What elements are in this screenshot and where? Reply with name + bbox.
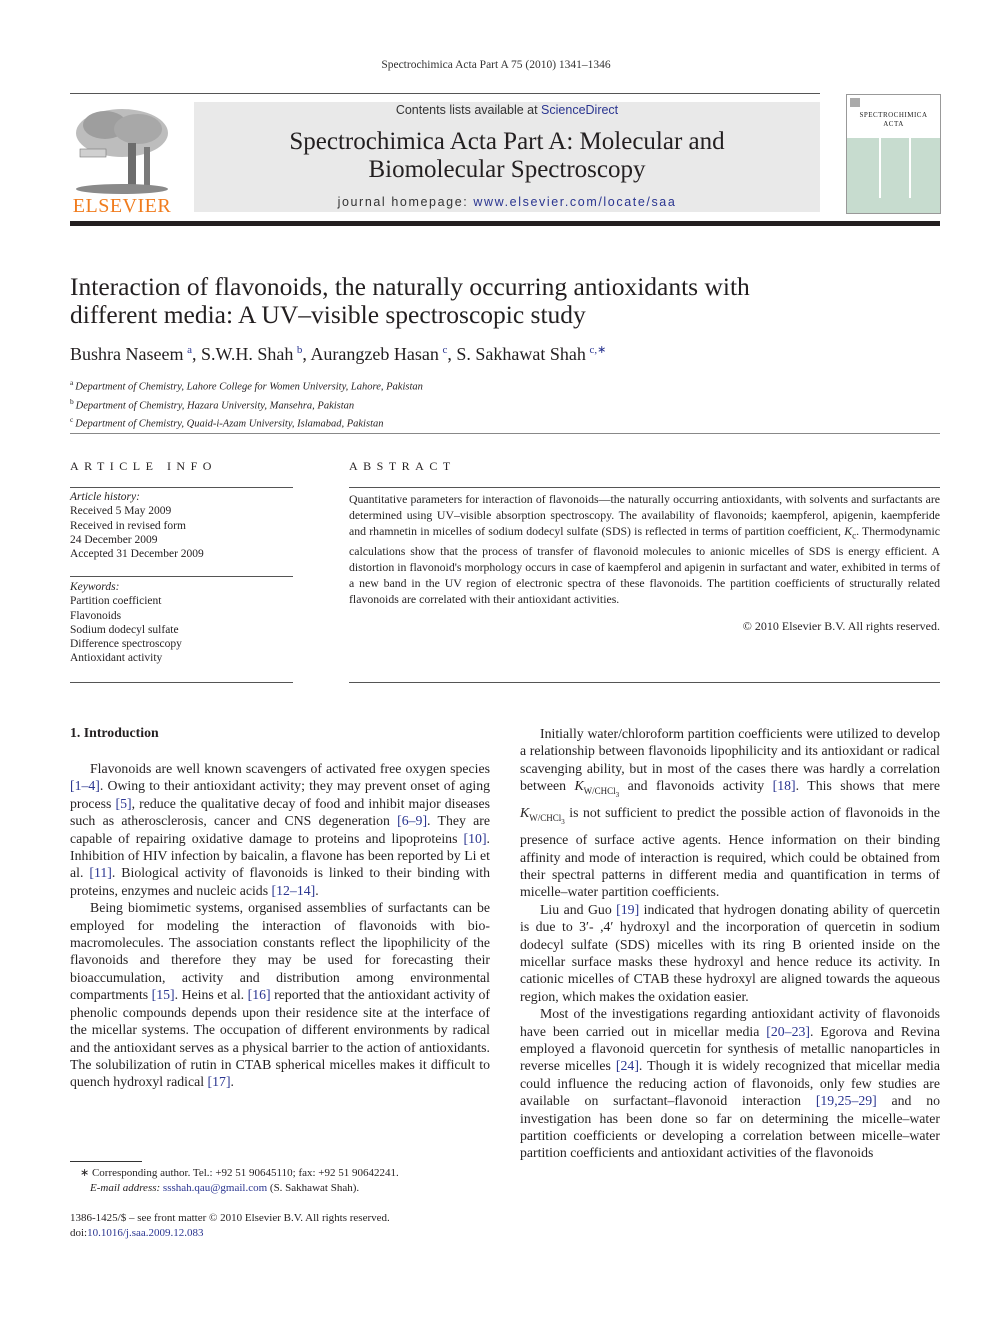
partition-coefficient-symbol: K	[520, 805, 530, 821]
doi-link[interactable]: 10.1016/j.saa.2009.12.083	[87, 1227, 203, 1239]
keyword: Difference spectroscopy	[70, 638, 182, 651]
abstract-text: Quantitative parameters for interaction …	[349, 491, 940, 607]
reference-link[interactable]: [16]	[248, 987, 271, 1002]
journal-title-line1: Spectrochimica Acta Part A: Molecular an…	[289, 128, 725, 155]
homepage-prefix: journal homepage:	[337, 195, 474, 209]
author-list: Bushra Naseem a, S.W.H. Shah b, Aurangze…	[70, 344, 607, 364]
journal-title-line2: Biomolecular Spectroscopy	[368, 156, 646, 183]
affiliation: c Department of Chemistry, Quaid-i-Azam …	[70, 415, 384, 430]
reference-link[interactable]: [15]	[152, 987, 175, 1002]
footnote-rule	[70, 1161, 142, 1162]
homepage-link[interactable]: www.elsevier.com/locate/saa	[473, 195, 676, 209]
author-name: S. Sakhawat Shah	[456, 344, 590, 364]
author-name: Bushra Naseem	[70, 344, 188, 364]
sciencedirect-link[interactable]: ScienceDirect	[541, 103, 618, 117]
reference-link[interactable]: [1–4]	[70, 778, 100, 793]
abstract-rule	[349, 682, 940, 683]
author-affiliation-marker[interactable]: a	[187, 344, 192, 356]
author-affiliation-marker[interactable]: c	[442, 344, 447, 356]
affiliation: b Department of Chemistry, Hazara Univer…	[70, 396, 355, 412]
intro-paragraph: Initially water/chloroform partition coe…	[520, 726, 941, 900]
history-item: Accepted 31 December 2009	[70, 548, 204, 561]
keyword: Antioxidant activity	[70, 652, 163, 665]
journal-title: Spectrochimica Acta Part A: Molecular an…	[194, 128, 820, 184]
keywords-label: Keywords:	[70, 581, 120, 593]
article-info-rule	[70, 576, 293, 577]
reference-link[interactable]: [10]	[464, 831, 487, 846]
article-history: Article history: Received 5 May 2009 Rec…	[70, 490, 300, 561]
introduction-heading: 1. Introduction	[70, 725, 159, 740]
footnote-contact: ∗ Corresponding author. Tel.: +92 51 906…	[80, 1167, 399, 1179]
reference-link[interactable]: [19]	[616, 902, 639, 917]
reference-link[interactable]: [11]	[89, 865, 111, 880]
contents-line: Contents lists available at ScienceDirec…	[194, 103, 820, 117]
running-head: Spectrochimica Acta Part A 75 (2010) 134…	[381, 59, 611, 71]
abstract-copyright: © 2010 Elsevier B.V. All rights reserved…	[742, 619, 940, 633]
author-affiliation-marker[interactable]: b	[297, 344, 303, 356]
history-item: Received in revised form	[70, 519, 186, 532]
header-thick-rule	[70, 221, 940, 226]
cover-logo-icon	[850, 98, 860, 107]
journal-homepage: journal homepage: www.elsevier.com/locat…	[194, 195, 820, 209]
author-name: Aurangzeb Hasan	[310, 344, 443, 364]
elsevier-wordmark: ELSEVIER	[72, 195, 172, 217]
article-title: Interaction of flavonoids, the naturally…	[70, 273, 870, 329]
author-affiliation-marker[interactable]: c,∗	[589, 344, 606, 356]
keyword: Partition coefficient	[70, 595, 162, 608]
intro-paragraph: Being biomimetic systems, organised asse…	[70, 900, 490, 1090]
front-matter: 1386-1425/$ – see front matter © 2010 El…	[70, 1211, 500, 1241]
abstract-heading: ABSTRACT	[349, 459, 456, 473]
issn-line: 1386-1425/$ – see front matter © 2010 El…	[70, 1212, 390, 1224]
intro-paragraph: Most of the investigations regarding ant…	[520, 1006, 941, 1161]
keyword: Flavonoids	[70, 609, 122, 622]
history-item: 24 December 2009	[70, 533, 158, 546]
cover-stripe	[909, 138, 911, 198]
header-rule	[70, 93, 820, 94]
corresponding-author-footnote: ∗ Corresponding author. Tel.: +92 51 906…	[70, 1166, 500, 1196]
reference-link[interactable]: [24]	[616, 1058, 639, 1073]
footnote-email: E-mail address: ssshah.qau@gmail.com (S.…	[70, 1181, 500, 1196]
article-info-heading: ARTICLE INFO	[70, 459, 217, 473]
article-title-line2: different media: A UV–visible spectrosco…	[70, 300, 586, 329]
reference-link[interactable]: [17]	[208, 1074, 231, 1089]
author-name: S.W.H. Shah	[200, 344, 297, 364]
affiliation-list: a Department of Chemistry, Lahore Colleg…	[70, 376, 770, 432]
keyword: Sodium dodecyl sulfate	[70, 623, 179, 636]
left-column: Flavonoids are well known scavengers of …	[70, 760, 490, 1091]
email-suffix: (S. Sakhawat Shah).	[267, 1182, 360, 1194]
email-label: E-mail address:	[90, 1182, 163, 1194]
reference-link[interactable]: [18]	[773, 778, 796, 793]
reference-link[interactable]: [6–9]	[397, 813, 427, 828]
article-info-rule	[70, 682, 293, 683]
cover-title-line1: SPECTROCHIMICA	[859, 111, 928, 119]
tree-icon	[76, 109, 168, 194]
keywords: Keywords: Partition coefficient Flavonoi…	[70, 580, 300, 666]
history-item: Received 5 May 2009	[70, 505, 172, 518]
reference-link[interactable]: [5]	[115, 796, 131, 811]
article-info-rule	[70, 487, 293, 488]
contents-prefix: Contents lists available at	[395, 103, 542, 117]
right-column: Initially water/chloroform partition coe…	[520, 725, 940, 1162]
cover-title: SPECTROCHIMICA ACTA	[847, 111, 940, 129]
k-symbol: K	[844, 524, 853, 538]
reference-link[interactable]: [20–23]	[766, 1024, 810, 1039]
cover-stripe	[879, 138, 881, 198]
history-label: Article history:	[70, 491, 140, 503]
email-link[interactable]: ssshah.qau@gmail.com	[163, 1182, 267, 1194]
affiliation: a Department of Chemistry, Lahore Colleg…	[70, 378, 423, 393]
intro-paragraph: Liu and Guo [19] indicated that hydrogen…	[520, 901, 940, 1004]
reference-link[interactable]: [12–14]	[272, 883, 316, 898]
reference-link[interactable]: [19,25–29]	[816, 1093, 877, 1108]
doi-line: doi:10.1016/j.saa.2009.12.083	[70, 1226, 500, 1241]
abstract-rule	[349, 487, 940, 488]
cover-title-line2: ACTA	[883, 120, 904, 128]
intro-paragraph: Flavonoids are well known scavengers of …	[70, 761, 490, 898]
article-title-line1: Interaction of flavonoids, the naturally…	[70, 272, 750, 301]
section-rule	[70, 433, 940, 434]
doi-prefix: doi:	[70, 1227, 88, 1239]
partition-coefficient-symbol: K	[574, 778, 584, 794]
journal-cover-thumbnail[interactable]: SPECTROCHIMICA ACTA	[846, 94, 941, 214]
cover-panel	[847, 138, 940, 213]
